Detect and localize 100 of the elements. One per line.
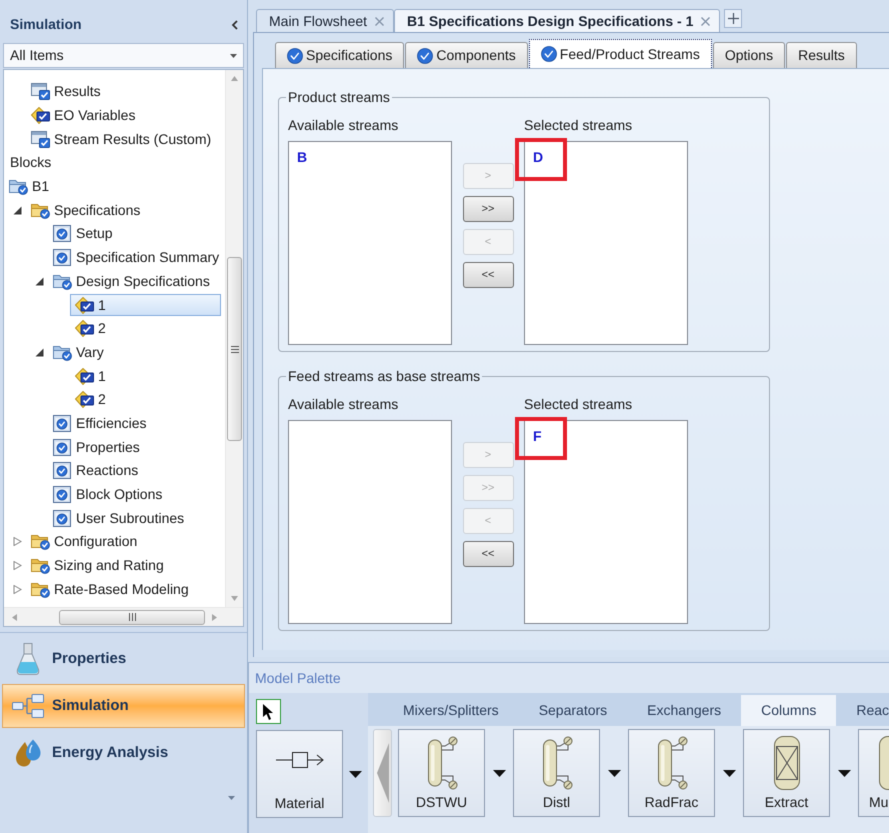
category-tab[interactable]: Exchangers <box>627 695 742 726</box>
dropdown-caret-icon[interactable] <box>492 770 506 776</box>
category-tab[interactable]: Separators <box>518 695 628 726</box>
drops-icon <box>15 739 41 767</box>
down-arrow-icon[interactable] <box>231 596 238 601</box>
form-tab[interactable]: Options <box>712 42 786 68</box>
tree-item[interactable]: Rate-Based Modeling <box>26 578 221 600</box>
stream-item[interactable]: B <box>297 149 308 166</box>
results-window-icon <box>31 83 50 100</box>
new-tab-button[interactable] <box>724 9 742 28</box>
model-card[interactable]: Extract <box>743 729 830 817</box>
grip-lines-icon <box>128 613 136 621</box>
stream-arrow-icon <box>276 751 324 769</box>
stream-list-box[interactable]: D <box>524 141 688 345</box>
palette-title: Model Palette <box>255 668 341 688</box>
results-window-icon <box>31 130 50 148</box>
transfer-button[interactable]: << <box>462 262 514 288</box>
dropdown-caret-icon[interactable] <box>349 770 362 778</box>
form-check-icon <box>53 486 72 504</box>
diamond-check-icon <box>75 320 94 338</box>
pane-title: Simulation <box>10 15 82 34</box>
form-check-icon <box>53 510 72 527</box>
category-tab[interactable]: Reac <box>836 695 889 726</box>
nav-section-button[interactable]: Simulation <box>2 684 245 728</box>
expander-arrow-icon[interactable] <box>35 276 44 286</box>
list-heading: Available streams <box>288 117 400 134</box>
stream-item[interactable]: F <box>533 428 542 445</box>
close-icon[interactable] <box>375 16 384 26</box>
form-tab[interactable]: Specifications <box>275 42 404 68</box>
pointer-tool-button[interactable] <box>256 699 281 724</box>
transfer-button[interactable]: >> <box>462 196 514 222</box>
list-heading: Selected streams <box>524 396 634 413</box>
dropdown-caret-icon[interactable] <box>608 770 620 776</box>
model-card[interactable]: DSTWU <box>398 729 485 817</box>
tree-item[interactable]: 1 <box>70 365 221 388</box>
tree-item[interactable]: Stream Results (Custom) <box>26 128 221 150</box>
scrollbar-thumb[interactable] <box>59 610 205 624</box>
expander-arrow-icon[interactable] <box>13 206 22 215</box>
stream-tool-card[interactable]: Material <box>256 730 343 818</box>
right-arrow-icon[interactable] <box>212 614 217 620</box>
tree-item[interactable]: EO Variables <box>26 104 221 127</box>
horizontal-scrollbar[interactable] <box>4 607 243 626</box>
stream-list-box[interactable]: F <box>524 420 688 624</box>
dropdown-caret-icon[interactable] <box>838 770 850 776</box>
document-tab[interactable]: B1 Specifications Design Specifications - 1 <box>394 9 720 32</box>
model-card[interactable]: Distl <box>513 729 600 817</box>
list-heading: Available streams <box>288 396 400 413</box>
tree-item[interactable]: Design Specifications <box>48 270 221 292</box>
transfer-button[interactable]: << <box>462 541 514 567</box>
filter-dropdown[interactable]: All Items <box>3 43 244 68</box>
up-arrow-icon[interactable] <box>231 76 238 81</box>
tree-item[interactable]: Configuration <box>26 530 221 553</box>
form-tab[interactable]: Feed/Product Streams <box>528 39 712 68</box>
dropdown-caret-icon <box>230 54 237 58</box>
document-tab[interactable]: Main Flowsheet <box>256 9 394 32</box>
nav-section-button[interactable]: Properties <box>2 637 245 681</box>
nav-section-button[interactable]: Energy Analysis <box>2 731 245 775</box>
left-triangle-icon <box>376 743 388 803</box>
tree-item[interactable]: Specifications <box>26 199 221 222</box>
category-tab[interactable]: Columns <box>741 695 836 726</box>
close-icon[interactable] <box>701 16 710 26</box>
stream-list-box[interactable]: B <box>288 141 452 345</box>
left-arrow-icon[interactable] <box>12 614 17 620</box>
tree-item[interactable]: 2 <box>70 318 221 340</box>
form-tab[interactable]: Components <box>405 42 528 68</box>
tree-item[interactable]: Sizing and Rating <box>26 554 221 577</box>
tree-item[interactable]: Blocks <box>5 152 221 174</box>
folder-check-icon <box>31 202 50 219</box>
dropdown-caret-icon[interactable] <box>722 770 736 776</box>
scrollbar-thumb[interactable] <box>227 257 242 441</box>
extractor-vessel-icon <box>774 736 800 790</box>
tree-item[interactable]: Properties <box>48 436 221 458</box>
model-card[interactable]: RadFrac <box>628 729 715 817</box>
tree-item[interactable]: Setup <box>48 222 221 245</box>
collapse-chevron-icon[interactable] <box>231 20 238 30</box>
tree-item[interactable]: User Subroutines <box>48 507 221 530</box>
stream-list-box[interactable] <box>288 420 452 624</box>
form-tab[interactable]: Results <box>786 42 857 68</box>
tree-item[interactable]: 1 <box>70 294 221 316</box>
grip-lines-icon <box>230 346 238 352</box>
stream-item[interactable]: D <box>533 149 544 166</box>
model-card[interactable]: Mul <box>858 729 889 817</box>
connected-blocks-icon <box>12 694 44 718</box>
tree-item[interactable]: Reactions <box>48 460 221 482</box>
tree-item[interactable]: Efficiencies <box>48 412 221 434</box>
cursor-arrow-icon <box>262 704 274 720</box>
expander-arrow-icon[interactable] <box>35 348 44 357</box>
form-check-icon <box>53 249 72 266</box>
category-tab[interactable]: Mixers/Splitters <box>383 695 519 726</box>
diamond-check-icon <box>31 107 50 124</box>
tree-item[interactable]: Block Options <box>48 484 221 506</box>
tree-item[interactable]: Vary <box>48 341 221 364</box>
tree-item[interactable]: 2 <box>70 388 221 411</box>
diamond-check-icon <box>75 296 94 314</box>
tree-item[interactable]: Specification Summary <box>48 246 221 269</box>
folder-check-icon <box>53 344 72 361</box>
scroll-left-button[interactable] <box>373 729 392 817</box>
tree-item[interactable]: Results <box>26 80 221 103</box>
vertical-scrollbar[interactable] <box>225 70 243 607</box>
tree-item[interactable]: B1 <box>4 176 221 198</box>
